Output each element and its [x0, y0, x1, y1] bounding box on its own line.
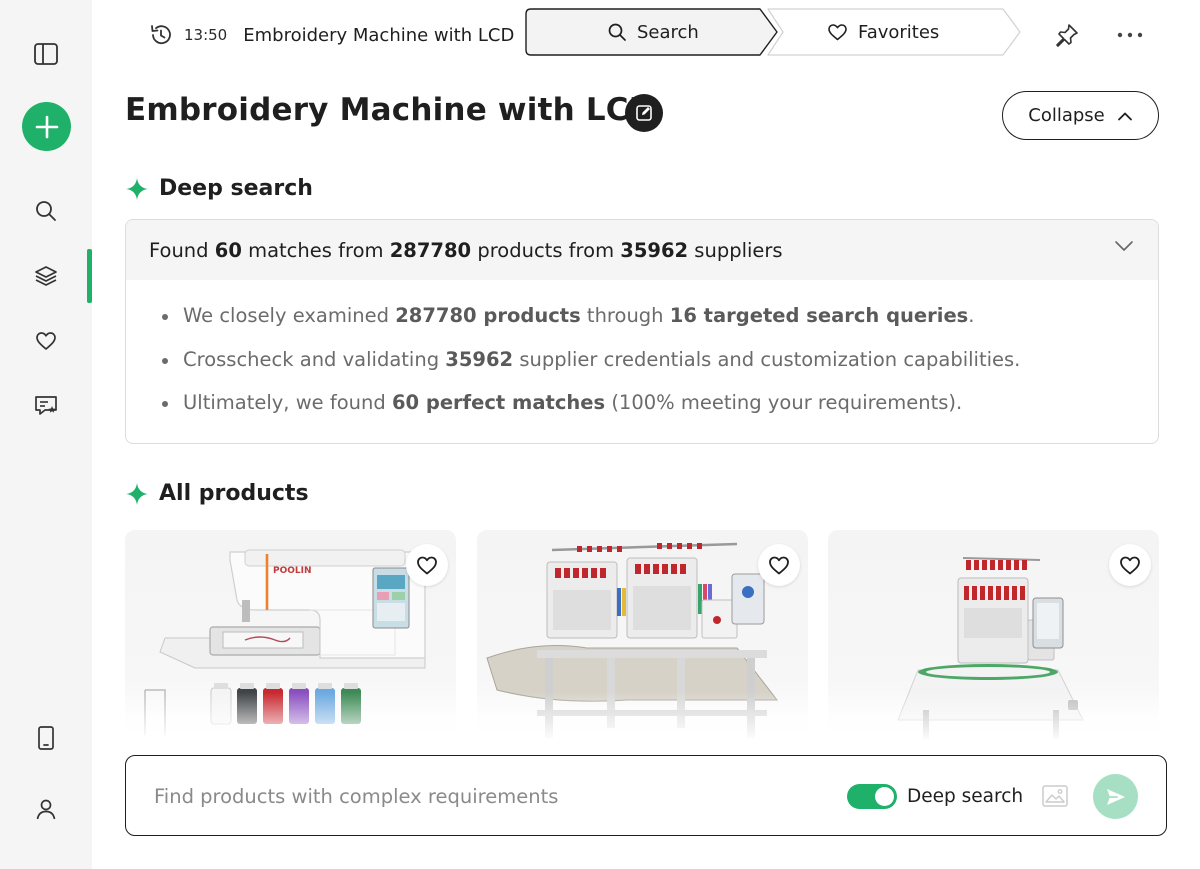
deep-search-title: Deep search	[159, 176, 313, 201]
tab-favorites-label: Favorites	[858, 21, 940, 43]
tab-search-label: Search	[637, 21, 699, 43]
collapse-button[interactable]: Collapse	[1002, 91, 1159, 140]
heart-icon[interactable]	[28, 323, 64, 359]
product-card[interactable]: POOLIN	[125, 530, 456, 742]
image-fade	[477, 692, 808, 742]
favorite-button[interactable]	[406, 544, 448, 586]
chevron-down-icon[interactable]	[1114, 240, 1134, 252]
product-card[interactable]	[828, 530, 1159, 742]
deep-search-toggle-label: Deep search	[907, 786, 1024, 807]
chevron-up-icon	[1117, 111, 1133, 121]
plus-icon	[35, 115, 58, 138]
list-item: Ultimately, we found 60 perfect matches …	[162, 391, 1158, 435]
image-upload-icon[interactable]	[1041, 783, 1069, 809]
summary-text: Found 60 matches from 287780 products fr…	[149, 238, 783, 262]
phone-icon[interactable]	[28, 720, 64, 756]
new-chat-button[interactable]	[22, 102, 71, 151]
mode-tabs: Search Favorites	[525, 8, 1025, 56]
image-fade	[125, 692, 456, 742]
page-title: Embroidery Machine with LCD	[125, 92, 655, 128]
image-fade	[828, 692, 1159, 742]
heart-icon	[1120, 556, 1140, 575]
product-card[interactable]	[477, 530, 808, 742]
search-input[interactable]	[154, 776, 794, 816]
all-products-heading: All products	[125, 481, 309, 506]
sidebar	[0, 0, 92, 869]
active-indicator	[87, 249, 92, 303]
send-button[interactable]	[1093, 774, 1138, 819]
toggle-knob	[875, 787, 894, 806]
collapse-label: Collapse	[1028, 105, 1105, 126]
all-products-title: All products	[159, 481, 309, 506]
message-star-icon[interactable]	[28, 388, 64, 424]
more-options-icon[interactable]	[1110, 18, 1150, 52]
favorite-button[interactable]	[1109, 544, 1151, 586]
panel-icon[interactable]	[28, 36, 64, 72]
heart-icon	[769, 556, 789, 575]
deep-search-heading: Deep search	[125, 176, 313, 201]
deep-search-details: We closely examined 287780 products thro…	[126, 280, 1158, 435]
list-item: We closely examined 287780 products thro…	[162, 304, 1158, 348]
sparkle-icon	[125, 482, 149, 506]
brand-logo: POOLIN	[273, 566, 312, 576]
edit-icon	[636, 105, 652, 121]
top-bar: 13:50 Embroidery Machine with LCD Search…	[92, 0, 1200, 70]
tab-search[interactable]: Search	[607, 8, 699, 56]
deep-search-panel: Found 60 matches from 287780 products fr…	[125, 219, 1159, 444]
product-grid: POOLIN	[125, 530, 1159, 742]
send-icon	[1106, 788, 1125, 805]
pin-icon[interactable]	[1050, 18, 1084, 52]
heart-icon	[417, 556, 437, 575]
deep-search-summary[interactable]: Found 60 matches from 287780 products fr…	[126, 220, 1158, 280]
history-time: 13:50	[184, 26, 228, 44]
list-item: Crosscheck and validating 35962 supplier…	[162, 348, 1158, 392]
search-icon[interactable]	[28, 193, 64, 229]
tab-favorites[interactable]: Favorites	[827, 8, 939, 56]
edit-title-button[interactable]	[625, 94, 663, 132]
history-button[interactable]: 13:50 Embroidery Machine with LCD	[148, 18, 514, 52]
layers-icon[interactable]	[28, 258, 64, 294]
heart-icon	[827, 22, 848, 42]
search-composer: Deep search	[125, 755, 1167, 836]
search-icon	[607, 22, 627, 42]
user-icon[interactable]	[28, 791, 64, 827]
tabs-shape	[525, 8, 1021, 56]
history-title: Embroidery Machine with LCD	[243, 24, 515, 46]
sparkle-icon	[125, 177, 149, 201]
history-icon	[148, 22, 174, 48]
deep-search-toggle[interactable]	[847, 784, 897, 809]
favorite-button[interactable]	[758, 544, 800, 586]
